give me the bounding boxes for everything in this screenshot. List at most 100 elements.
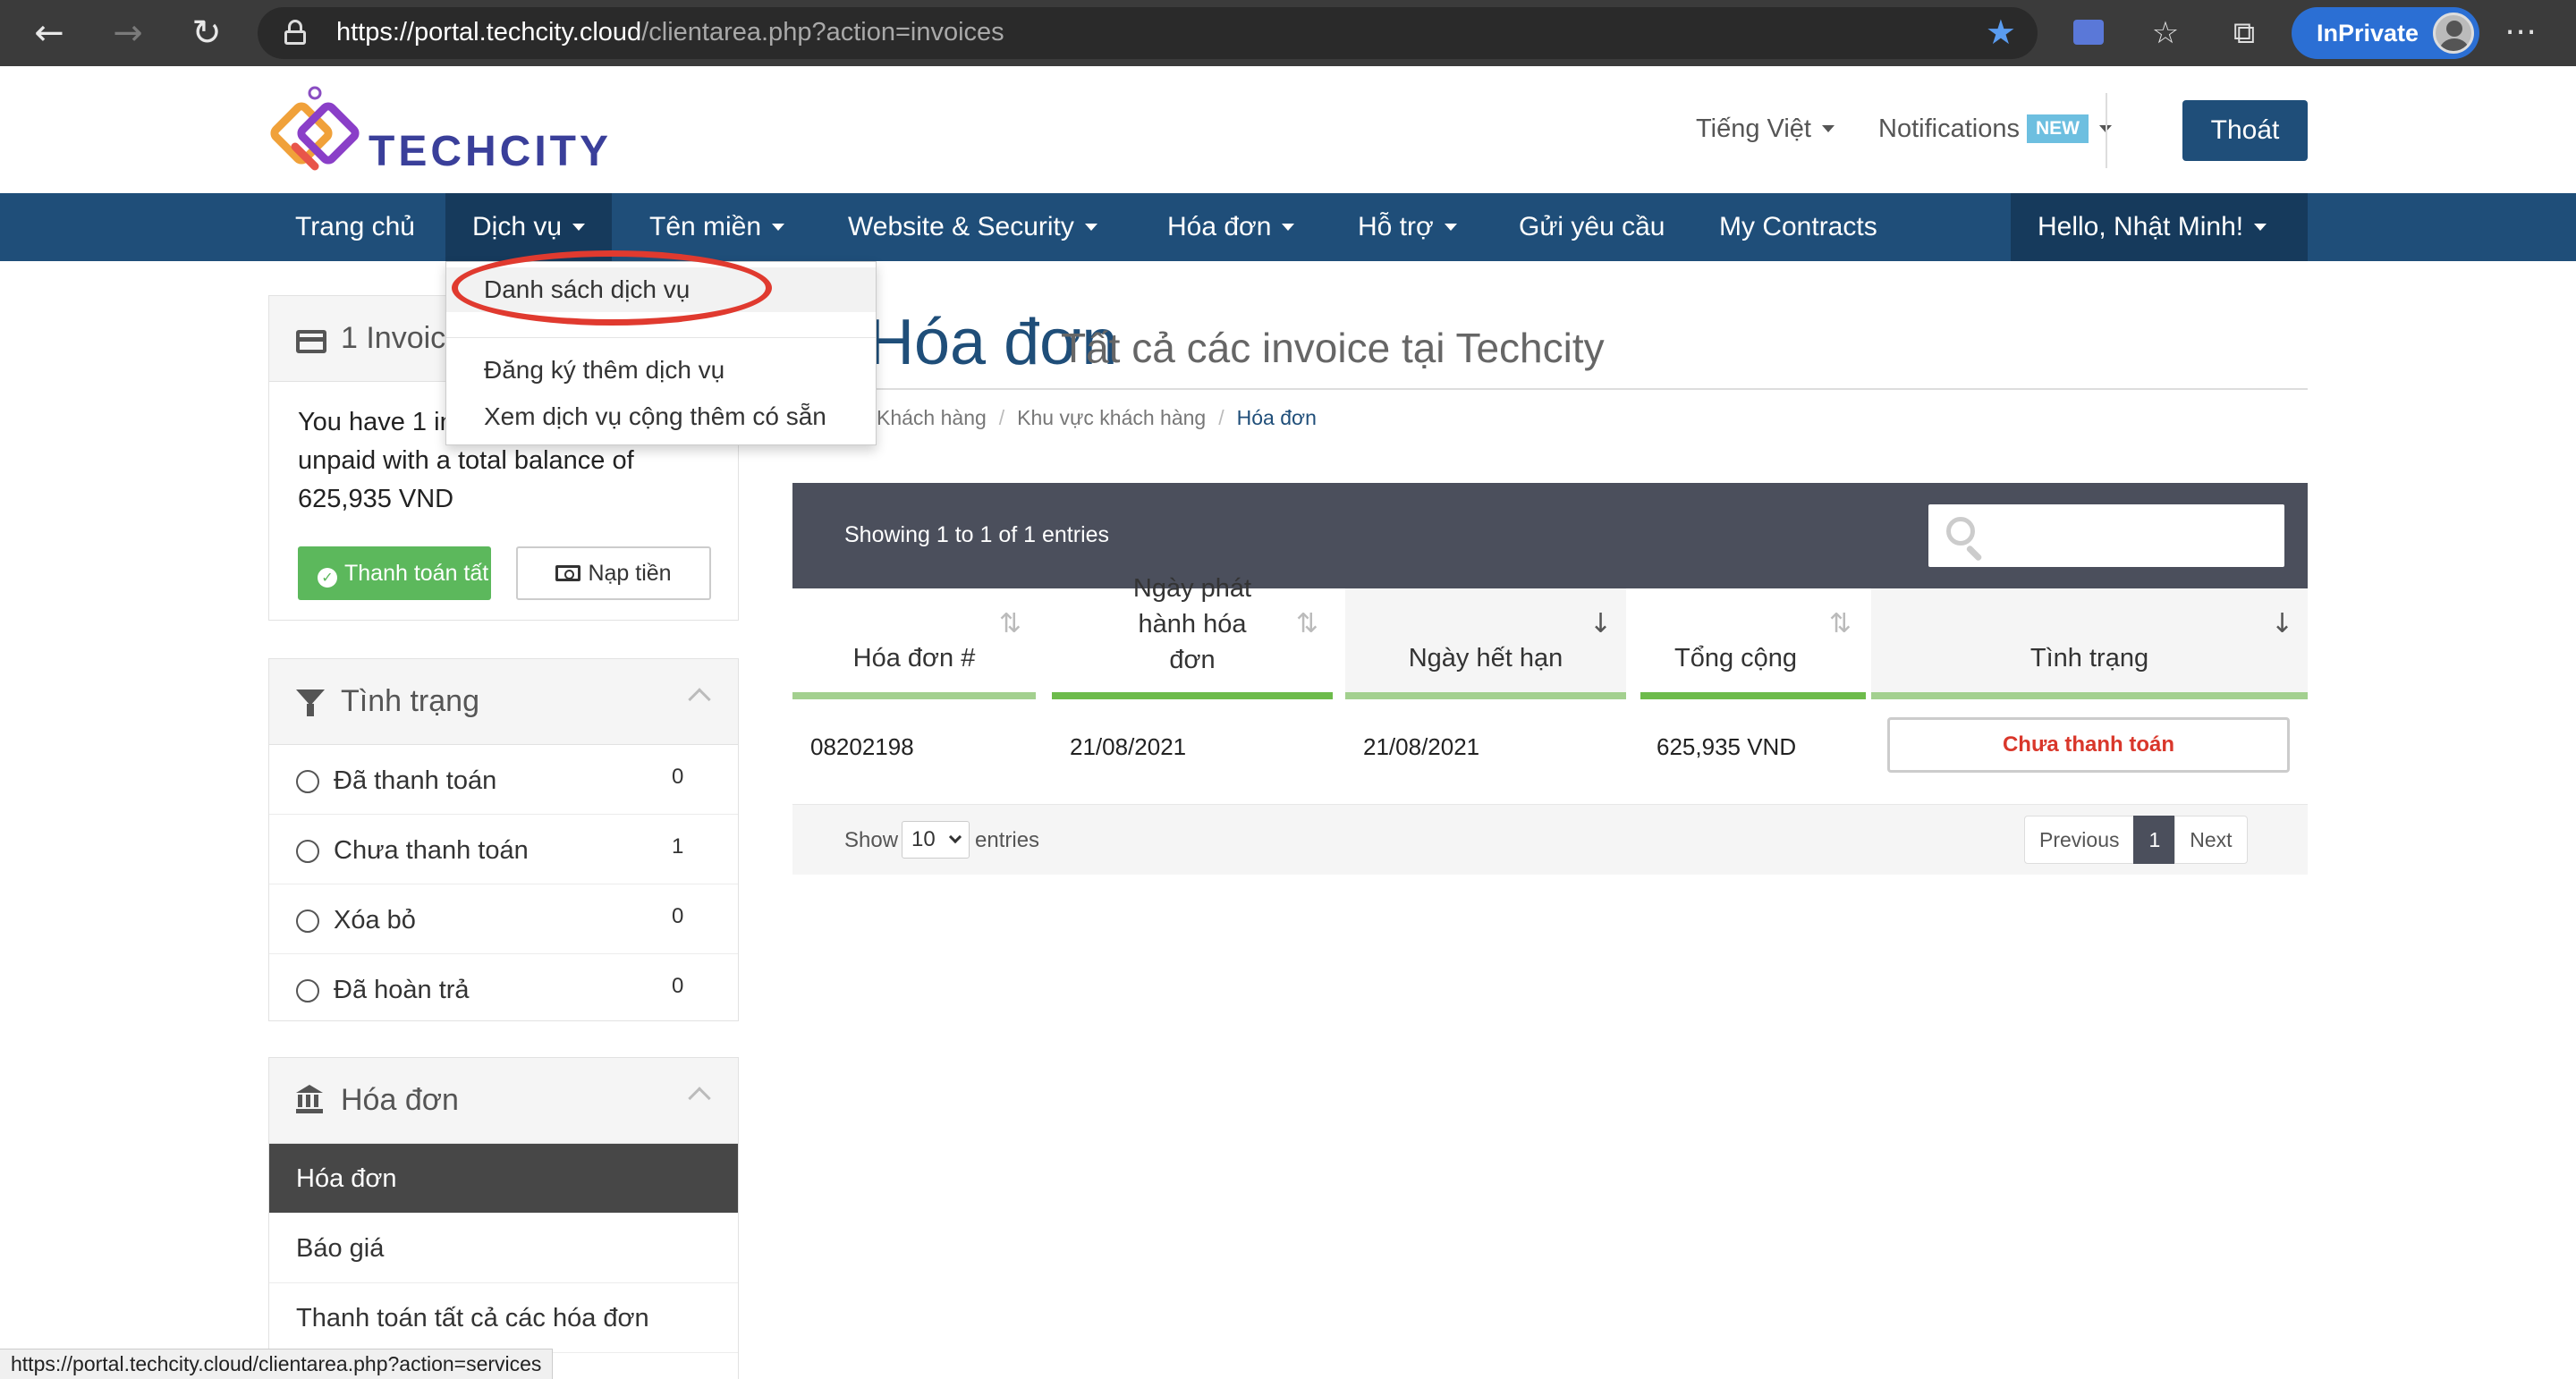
check-circle-icon: ✓ xyxy=(318,568,337,588)
bank-icon xyxy=(296,1085,323,1115)
header-divider xyxy=(2106,93,2107,168)
breadcrumb-current: Hóa đơn xyxy=(1236,406,1317,429)
radio-button[interactable] xyxy=(296,840,319,863)
browser-toolbar: ← → ↻ https://portal.techcity.cloud/clie… xyxy=(0,0,2576,66)
url-host: https://portal.techcity.cloud xyxy=(336,18,642,47)
panel-header[interactable]: Hóa đơn xyxy=(269,1058,738,1144)
nav-support[interactable]: Hỗ trợ xyxy=(1331,193,1484,261)
status-count: 1 xyxy=(672,834,684,859)
table-toolbar: Showing 1 to 1 of 1 entries xyxy=(792,483,2308,588)
chevron-up-icon[interactable] xyxy=(688,688,711,711)
column-issue-date[interactable]: Ngày phát hành hóa đơn ⇅ xyxy=(1052,574,1333,699)
billing-menu-mass-pay[interactable]: Thanh toán tất cả các hóa đơn xyxy=(269,1283,738,1353)
status-filter-unpaid[interactable]: Chưa thanh toán 1 xyxy=(269,815,738,884)
column-label: Tổng cộng xyxy=(1674,644,1798,673)
forward-arrow-icon[interactable]: → xyxy=(104,9,152,57)
status-filter-refunded[interactable]: Đã hoàn trả 0 xyxy=(269,954,738,1024)
cell-invoice-number: 08202198 xyxy=(810,733,914,760)
status-bar-url: https://portal.techcity.cloud/clientarea… xyxy=(0,1349,554,1379)
lock-icon xyxy=(284,20,306,45)
show-label: Show xyxy=(844,828,899,852)
status-count: 0 xyxy=(672,974,684,998)
chevron-up-icon[interactable] xyxy=(688,1087,711,1110)
menu-item-view-addons[interactable]: Xem dịch vụ cộng thêm có sẵn xyxy=(446,394,876,439)
page-1-button[interactable]: 1 xyxy=(2133,816,2176,864)
sort-icon: ⇅ xyxy=(1828,608,1852,639)
favorites-icon[interactable]: ☆ xyxy=(2145,13,2186,54)
address-bar[interactable]: https://portal.techcity.cloud/clientarea… xyxy=(258,7,2038,59)
credit-card-icon xyxy=(296,330,326,353)
breadcrumb-client[interactable]: Khách hàng xyxy=(877,406,987,429)
nav-my-contracts[interactable]: My Contracts xyxy=(1692,193,1904,261)
menu-divider xyxy=(446,337,876,338)
column-status[interactable]: Tình trạng ↓ xyxy=(1871,588,2308,699)
cast-icon[interactable] xyxy=(2073,20,2104,45)
sort-descending-icon: ↓ xyxy=(2270,608,2293,639)
add-funds-button[interactable]: Nạp tiền xyxy=(516,546,711,600)
nav-home-label: Trang chủ xyxy=(295,212,415,241)
page-length-select[interactable]: 10 xyxy=(902,821,970,859)
title-divider xyxy=(792,388,2308,390)
nav-account-menu[interactable]: Hello, Nhật Minh! xyxy=(2011,193,2308,261)
page-subtitle: Tất cả các invoice tại Techcity xyxy=(1061,325,1605,371)
column-label: Ngày phát hành hóa đơn xyxy=(1132,574,1252,674)
nav-home[interactable]: Trang chủ xyxy=(268,193,442,261)
nav-website-security-label: Website & Security xyxy=(848,212,1074,241)
cell-total: 625,935 VND xyxy=(1657,733,1797,760)
panel-title: Hóa đơn xyxy=(341,1083,459,1117)
more-options-icon[interactable]: ⋯ xyxy=(2504,13,2538,50)
next-page-button[interactable]: Next xyxy=(2174,816,2248,864)
table-search-input[interactable] xyxy=(1928,504,2284,567)
notifications-dropdown[interactable]: Notifications NEW xyxy=(1878,114,2112,144)
nav-billing[interactable]: Hóa đơn xyxy=(1140,193,1321,261)
nav-open-ticket[interactable]: Gửi yêu cầu xyxy=(1492,193,1692,261)
table-header: Hóa đơn # ⇅ Ngày phát hành hóa đơn ⇅ Ngà… xyxy=(792,574,2308,699)
url-path: /clientarea.php?action=invoices xyxy=(641,18,1004,47)
radio-button[interactable] xyxy=(296,909,319,933)
pay-all-button[interactable]: ✓ Thanh toán tất cả xyxy=(298,546,491,600)
caret-down-icon xyxy=(2254,224,2267,231)
table-info: Showing 1 to 1 of 1 entries xyxy=(844,522,1110,547)
caret-down-icon xyxy=(1444,224,1457,231)
radio-button[interactable] xyxy=(296,770,319,793)
column-total[interactable]: Tổng cộng ⇅ xyxy=(1640,588,1866,699)
sort-icon: ⇅ xyxy=(998,608,1021,639)
logout-button[interactable]: Thoát xyxy=(2182,100,2308,161)
panel-title: 1 Invoice xyxy=(341,321,463,355)
collections-icon[interactable]: ⧉ xyxy=(2224,13,2265,54)
notifications-label: Notifications xyxy=(1878,114,2020,143)
reload-icon[interactable]: ↻ xyxy=(182,9,231,57)
panel-title: Tình trạng xyxy=(341,684,479,718)
menu-item-order-new-services[interactable]: Đăng ký thêm dịch vụ xyxy=(446,348,876,393)
favorite-star-icon[interactable]: ★ xyxy=(1986,13,2016,52)
address-url: https://portal.techcity.cloud/clientarea… xyxy=(336,18,1004,47)
chevron-down-icon xyxy=(948,830,962,844)
breadcrumb: Khách hàng / Khu vực khách hàng / Hóa đơn xyxy=(877,406,1317,429)
nav-support-label: Hỗ trợ xyxy=(1358,212,1434,241)
column-invoice-number[interactable]: Hóa đơn # ⇅ xyxy=(792,588,1036,699)
inprivate-button[interactable]: InPrivate xyxy=(2292,7,2479,59)
table-row[interactable]: 08202198 21/08/2021 21/08/2021 625,935 V… xyxy=(792,699,2308,805)
cell-issue-date: 21/08/2021 xyxy=(1070,733,1187,760)
column-due-date[interactable]: Ngày hết hạn ↓ xyxy=(1345,588,1626,699)
panel-header[interactable]: Tình trạng xyxy=(269,659,738,745)
nav-my-contracts-label: My Contracts xyxy=(1719,212,1877,241)
previous-page-button[interactable]: Previous xyxy=(2024,816,2135,864)
pagination: Previous 1 Next xyxy=(2024,816,2248,864)
back-arrow-icon[interactable]: ← xyxy=(25,9,73,57)
status-count: 0 xyxy=(672,765,684,789)
breadcrumb-client-area[interactable]: Khu vực khách hàng xyxy=(1017,406,1206,429)
language-dropdown[interactable]: Tiếng Việt xyxy=(1696,114,1835,144)
nav-website-security[interactable]: Website & Security xyxy=(821,193,1124,261)
sort-ascending-icon: ↓ xyxy=(1589,608,1612,639)
unpaid-status-badge[interactable]: Chưa thanh toán xyxy=(1887,717,2290,773)
status-count: 0 xyxy=(672,904,684,928)
techcity-logo[interactable]: TECHCITY xyxy=(268,84,608,177)
status-filter-cancelled[interactable]: Xóa bỏ 0 xyxy=(269,884,738,954)
billing-menu-quotes[interactable]: Báo giá xyxy=(269,1214,738,1283)
column-label: Ngày hết hạn xyxy=(1408,644,1563,673)
radio-button[interactable] xyxy=(296,979,319,1003)
billing-menu-invoices[interactable]: Hóa đơn xyxy=(269,1144,738,1214)
entries-label: entries xyxy=(975,828,1040,852)
status-filter-paid[interactable]: Đã thanh toán 0 xyxy=(269,745,738,815)
